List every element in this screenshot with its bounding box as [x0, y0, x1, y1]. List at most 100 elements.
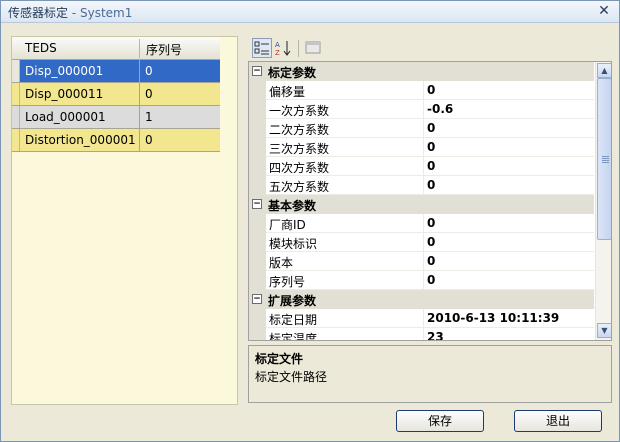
property-value[interactable]: 0: [427, 216, 435, 230]
property-row[interactable]: 厂商ID 0: [249, 214, 594, 233]
row-divider: [139, 106, 140, 128]
property-value[interactable]: 0: [427, 178, 435, 192]
close-icon[interactable]: ✕: [596, 3, 612, 19]
categorized-button[interactable]: [252, 38, 272, 58]
sensor-calibration-window: 传感器标定 - System1 ✕ TEDS 序列号 Disp_000001 0 D…: [0, 0, 620, 442]
property-name: 五次方系数: [269, 180, 330, 194]
collapse-icon[interactable]: −: [252, 199, 262, 209]
property-name: 序列号: [269, 275, 306, 289]
row-indicator: [12, 129, 20, 151]
teds-list: TEDS 序列号 Disp_000001 0 Disp_000011 0 Load_00…: [11, 36, 238, 405]
property-value[interactable]: 0: [427, 140, 435, 154]
column-header-serial[interactable]: 序列号: [146, 41, 182, 58]
property-divider: [423, 81, 424, 100]
property-margin: [249, 309, 266, 328]
description-title: 标定文件: [255, 352, 304, 366]
property-margin: [249, 138, 266, 157]
property-value[interactable]: 0: [427, 159, 435, 173]
property-value[interactable]: 23: [427, 330, 444, 340]
scroll-thumb[interactable]: [597, 78, 611, 240]
property-margin: [249, 252, 266, 271]
row-divider: [139, 60, 140, 82]
property-row[interactable]: 三次方系数 0: [249, 138, 594, 157]
property-row[interactable]: 五次方系数 0: [249, 176, 594, 195]
column-header-teds[interactable]: TEDS: [25, 41, 57, 55]
property-name: 四次方系数: [269, 161, 330, 175]
row-teds-name: Disp_000011: [25, 87, 104, 101]
property-row[interactable]: 二次方系数 0: [249, 119, 594, 138]
list-row[interactable]: Distortion_000001 0: [12, 129, 220, 152]
scroll-down-icon[interactable]: ▼: [597, 323, 611, 338]
property-name: 厂商ID: [269, 218, 306, 232]
svg-text:Z: Z: [275, 49, 280, 57]
property-divider: [423, 233, 424, 252]
property-margin: [249, 119, 266, 138]
property-margin: [249, 176, 266, 195]
property-value[interactable]: 0: [427, 121, 435, 135]
svg-text:A: A: [275, 41, 280, 49]
property-pages-button[interactable]: [303, 38, 323, 58]
row-teds-name: Load_000001: [25, 110, 106, 124]
column-divider[interactable]: [139, 39, 140, 58]
row-teds-name: Disp_000001: [25, 64, 104, 78]
property-name: 一次方系数: [269, 104, 330, 118]
alphabetical-sort-icon: A Z: [275, 41, 291, 57]
property-row[interactable]: 偏移量 0: [249, 81, 594, 100]
property-row[interactable]: 版本 0: [249, 252, 594, 271]
category-row[interactable]: − 基本参数: [249, 195, 594, 214]
property-divider: [423, 309, 424, 328]
property-value[interactable]: 0: [427, 273, 435, 287]
row-serial: 0: [145, 133, 153, 147]
window-title: 传感器标定 - System1: [8, 4, 132, 21]
alphabetical-sort-button[interactable]: A Z: [273, 38, 293, 58]
list-row[interactable]: Disp_000001 0: [12, 60, 220, 83]
property-margin: [249, 81, 266, 100]
property-grid: − 标定参数 偏移量 0 一次方系数 -0.6 二次方系数 0 三次方系数 0 四次方系数 0 五次方系…: [248, 61, 612, 341]
property-toolbar: A Z: [248, 36, 612, 61]
property-row[interactable]: 标定温度 23: [249, 328, 594, 341]
row-indicator: [12, 60, 20, 82]
category-row[interactable]: − 扩展参数: [249, 290, 594, 309]
list-row[interactable]: Disp_000011 0: [12, 83, 220, 106]
row-serial: 0: [145, 64, 153, 78]
row-indicator: [12, 83, 20, 105]
property-value[interactable]: 0: [427, 235, 435, 249]
list-header: TEDS 序列号: [12, 37, 220, 60]
categorized-icon: [254, 41, 269, 55]
property-margin: [249, 157, 266, 176]
property-row[interactable]: 四次方系数 0: [249, 157, 594, 176]
property-divider: [423, 100, 424, 119]
property-row[interactable]: 序列号 0: [249, 271, 594, 290]
collapse-icon[interactable]: −: [252, 294, 262, 304]
property-divider: [423, 252, 424, 271]
category-label: 标定参数: [268, 66, 317, 80]
collapse-icon[interactable]: −: [252, 66, 262, 76]
property-row[interactable]: 标定日期 2010-6-13 10:11:39: [249, 309, 594, 328]
category-label: 基本参数: [268, 199, 317, 213]
property-name: 三次方系数: [269, 142, 330, 156]
property-grid-scrollbar[interactable]: ▲ ▼: [595, 62, 611, 340]
property-margin: [249, 271, 266, 290]
property-value[interactable]: 2010-6-13 10:11:39: [427, 311, 559, 325]
row-divider: [139, 129, 140, 151]
property-name: 偏移量: [269, 85, 306, 99]
property-value[interactable]: -0.6: [427, 102, 453, 116]
property-row[interactable]: 模块标识 0: [249, 233, 594, 252]
property-value[interactable]: 0: [427, 83, 435, 97]
property-name: 版本: [269, 256, 294, 270]
property-name: 标定温度: [269, 332, 318, 341]
scroll-up-icon[interactable]: ▲: [597, 63, 611, 78]
category-row[interactable]: − 标定参数: [249, 62, 594, 81]
title-bar: 传感器标定 - System1 ✕: [1, 1, 619, 23]
description-text: 标定文件路径: [255, 370, 328, 384]
property-divider: [423, 119, 424, 138]
row-teds-name: Distortion_000001: [25, 133, 136, 147]
property-row[interactable]: 一次方系数 -0.6: [249, 100, 594, 119]
exit-button[interactable]: 退出: [514, 410, 602, 432]
save-button[interactable]: 保存: [396, 410, 484, 432]
property-divider: [423, 138, 424, 157]
window-title-main: 传感器标定: [8, 6, 69, 20]
list-row[interactable]: Load_000001 1: [12, 106, 220, 129]
property-value[interactable]: 0: [427, 254, 435, 268]
row-serial: 1: [145, 110, 153, 124]
